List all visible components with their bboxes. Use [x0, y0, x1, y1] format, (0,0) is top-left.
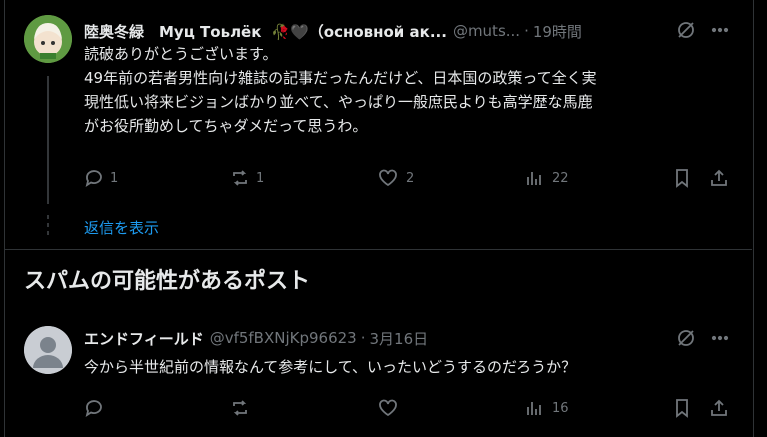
avatar-illustration — [24, 15, 72, 63]
repost-button[interactable] — [230, 398, 250, 418]
like-count: 2 — [406, 170, 415, 186]
more-icon[interactable] — [710, 328, 730, 348]
view-count: 22 — [552, 170, 569, 186]
separator-dot: · — [360, 329, 366, 347]
post-text-line: 49年前の若者男性向け雑誌の記事だったんだけど、日本国の政策って全く実 — [84, 69, 597, 87]
views-icon — [527, 402, 541, 415]
display-name[interactable]: 陸奥冬緑 Муц Тоьлёк — [84, 21, 261, 42]
post-header: 陸奥冬緑 Муц Тоьлёк 🥀🖤（основной ак... @muts.… — [84, 20, 743, 42]
reply-button[interactable] — [84, 398, 104, 418]
share-icon — [711, 169, 727, 186]
views-button[interactable]: 16 — [524, 398, 569, 418]
post-header: エンドフィールド @vf5fBXNjKp96623 · 3月16日 — [84, 327, 743, 349]
post-text-line: がお役所勤めしてちゃダメだって思うわ。 — [84, 117, 368, 135]
timestamp[interactable]: 3月16日 — [370, 328, 429, 349]
bookmark-button[interactable] — [672, 398, 692, 418]
post-text-line: 読破ありがとうございます。 — [84, 45, 278, 63]
handle[interactable]: @vf5fBXNjKp96623 — [210, 329, 357, 347]
post-text: 今から半世紀前の情報なんて参考にして、いったいどうするのだろうか？ — [84, 358, 577, 376]
grok-icon[interactable] — [676, 20, 696, 40]
action-bar: 16 — [84, 396, 743, 420]
spam-section-title: スパムの可能性があるポスト — [24, 269, 311, 294]
reply-count: 1 — [110, 170, 119, 186]
thread-dots — [46, 215, 50, 239]
bookmark-icon — [676, 169, 688, 188]
divider — [4, 249, 752, 250]
repost-button[interactable]: 1 — [230, 168, 264, 188]
show-replies-link[interactable]: 返信を表示 — [84, 217, 159, 238]
share-button[interactable] — [709, 168, 729, 188]
views-button[interactable]: 22 — [524, 168, 569, 188]
avatar[interactable] — [24, 326, 72, 374]
heart-icon — [379, 399, 397, 417]
reply-icon — [85, 400, 102, 417]
display-name[interactable]: エンドフィールド — [84, 328, 204, 349]
post-text: 読破ありがとうございます。 49年前の若者男性向け雑誌の記事だったんだけど、日本… — [84, 42, 597, 138]
timestamp[interactable]: 19時間 — [533, 21, 582, 42]
reply-icon — [85, 170, 102, 187]
handle[interactable]: @muts... — [453, 22, 520, 40]
like-button[interactable] — [378, 398, 398, 418]
heart-icon — [379, 169, 397, 187]
separator-dot: · — [524, 22, 529, 40]
view-count: 16 — [552, 400, 569, 416]
reply-button[interactable]: 1 — [84, 168, 118, 188]
share-icon — [711, 399, 727, 416]
repost-icon — [233, 170, 247, 186]
action-bar: 1 1 2 22 — [84, 166, 743, 190]
like-button[interactable]: 2 — [378, 168, 414, 188]
repost-count: 1 — [256, 170, 265, 186]
display-name-suffix[interactable]: 🥀🖤（основной ак... — [271, 21, 447, 42]
thread-line — [47, 76, 49, 204]
bookmark-icon — [676, 399, 688, 418]
views-icon — [527, 172, 541, 185]
more-icon[interactable] — [710, 20, 730, 40]
bookmark-button[interactable] — [672, 168, 692, 188]
default-avatar-icon — [24, 326, 72, 374]
grok-icon[interactable] — [676, 328, 696, 348]
post-text-line: 現性低い将来ビジョンばかり並べて、やっぱり一般庶民よりも高学歴な馬鹿 — [84, 93, 593, 111]
avatar[interactable] — [24, 15, 72, 63]
repost-icon — [233, 400, 247, 416]
share-button[interactable] — [709, 398, 729, 418]
